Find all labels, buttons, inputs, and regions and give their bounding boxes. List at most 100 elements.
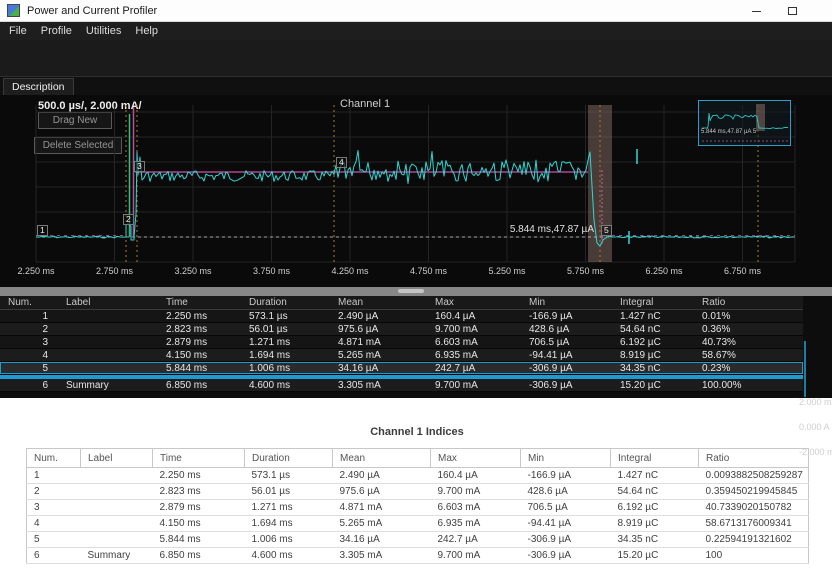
indices-cell-integral: 54.64 nC: [611, 484, 699, 500]
cell-integral: 6.192 µC: [612, 336, 694, 348]
cell-integral: 34.35 nC: [612, 362, 694, 374]
region-marker-4: 4: [336, 157, 347, 168]
maximize-button[interactable]: [774, 0, 810, 22]
indices-cell-max: 6.603 mA: [431, 500, 521, 516]
indices-cell-mean: 975.6 µA: [333, 484, 431, 500]
menu-item-help[interactable]: Help: [128, 22, 165, 40]
x-axis-tick: 3.250 ms: [174, 266, 211, 276]
cell-mean: 4.871 mA: [330, 336, 427, 348]
cell-label: [58, 349, 158, 361]
cell-integral: 8.919 µC: [612, 349, 694, 361]
indices-cell-max: 9.700 mA: [431, 484, 521, 500]
cell-min: -306.9 µA: [521, 379, 612, 391]
splitter-grip: [398, 289, 424, 293]
indices-cell-duration: 56.01 µs: [245, 484, 333, 500]
indices-cell-num: 3: [27, 500, 81, 516]
indices-cell-label: [81, 532, 153, 548]
region-boundary-dashed-lines: [126, 105, 758, 262]
x-axis-tick: 5.750 ms: [567, 266, 604, 276]
cell-integral: 15.20 µC: [612, 379, 694, 391]
indices-cell-duration: 1.694 ms: [245, 516, 333, 532]
titlebar: Power and Current Profiler: [0, 0, 832, 22]
table-row[interactable]: 6Summary6.850 ms4.600 ms3.305 mA9.700 mA…: [0, 379, 803, 392]
x-axis-tick: 4.250 ms: [331, 266, 368, 276]
cell-time: 2.823 ms: [158, 323, 241, 335]
indices-cell-mean: 5.265 mA: [333, 516, 431, 532]
indices-cell-ratio: 40.7339020150782: [699, 500, 809, 516]
indices-cell-min: -306.9 µA: [521, 532, 611, 548]
indices-cell-min: -94.41 µA: [521, 516, 611, 532]
indices-column-header-ratio: Ratio: [699, 449, 809, 468]
cell-mean: 2.490 µA: [330, 310, 427, 322]
cell-label: Summary: [58, 379, 158, 391]
indices-cell-duration: 1.271 ms: [245, 500, 333, 516]
indices-cell-time: 2.250 ms: [153, 468, 245, 484]
splitter[interactable]: [0, 287, 832, 296]
indices-row: 12.250 ms573.1 µs2.490 µA160.4 µA-166.9 …: [27, 468, 809, 484]
menubar: FileProfileUtilitiesHelp: [0, 22, 832, 40]
cell-label: [58, 336, 158, 348]
cell-max: 242.7 µA: [427, 362, 521, 374]
indices-cell-num: 5: [27, 532, 81, 548]
cell-ratio: 100.00%: [694, 379, 803, 391]
cell-mean: 34.16 µA: [330, 362, 427, 374]
indices-cell-num: 6: [27, 548, 81, 564]
indices-column-header-min: Min: [521, 449, 611, 468]
table-row[interactable]: 12.250 ms573.1 µs2.490 µA160.4 µA-166.9 …: [0, 310, 803, 323]
region-marker-2: 2: [123, 214, 134, 225]
cell-duration: 573.1 µs: [241, 310, 330, 322]
indices-cell-ratio: 100: [699, 548, 809, 564]
tabbar: Description: [0, 76, 832, 95]
table-row[interactable]: 44.150 ms1.694 ms5.265 mA6.935 mA-94.41 …: [0, 349, 803, 362]
cell-mean: 975.6 µA: [330, 323, 427, 335]
minimize-icon: [752, 11, 761, 12]
indices-title: Channel 1 Indices: [26, 426, 808, 438]
x-axis-tick: 2.250 ms: [17, 266, 54, 276]
h-gridlines: [36, 112, 795, 262]
menu-item-utilities[interactable]: Utilities: [79, 22, 128, 40]
indices-column-header-num: Num.: [27, 449, 81, 468]
chart-area[interactable]: 500.0 µs/, 2.000 mA/ Channel 1 Drag New …: [0, 95, 832, 287]
menu-item-profile[interactable]: Profile: [34, 22, 79, 40]
column-header-duration: Duration: [241, 296, 330, 309]
indices-cell-ratio: 0.0093882508259287: [699, 468, 809, 484]
tab-description[interactable]: Description: [3, 78, 74, 96]
indices-cell-time: 2.823 ms: [153, 484, 245, 500]
chart-overview-thumbnail[interactable]: 5.844 ms,47.87 µA 5: [698, 100, 791, 146]
cell-integral: 54.64 nC: [612, 323, 694, 335]
cell-duration: 4.600 ms: [241, 379, 330, 391]
cell-duration: 56.01 µs: [241, 323, 330, 335]
indices-cell-duration: 4.600 ms: [245, 548, 333, 564]
cell-ratio: 0.23%: [694, 362, 803, 374]
cursor-readout: 5.844 ms,47.87 µA: [510, 224, 597, 235]
indices-cell-min: -306.9 µA: [521, 548, 611, 564]
column-header-mean: Mean: [330, 296, 427, 309]
x-axis-tick: 2.750 ms: [96, 266, 133, 276]
table-row[interactable]: 22.823 ms56.01 µs975.6 µA9.700 mA428.6 µ…: [0, 323, 803, 336]
thumbnail-waveform: [702, 113, 788, 129]
menu-item-file[interactable]: File: [2, 22, 34, 40]
column-header-max: Max: [427, 296, 521, 309]
x-axis-tick: 6.250 ms: [645, 266, 682, 276]
indices-column-header-mean: Mean: [333, 449, 431, 468]
cell-max: 9.700 mA: [427, 323, 521, 335]
indices-cell-time: 2.879 ms: [153, 500, 245, 516]
cursor-ticks: [629, 149, 637, 244]
indices-header-row: Num.LabelTimeDurationMeanMaxMinIntegralR…: [27, 449, 809, 468]
cell-num: 1: [0, 310, 58, 322]
indices-cell-mean: 3.305 mA: [333, 548, 431, 564]
cell-label: [58, 310, 158, 322]
cell-max: 160.4 µA: [427, 310, 521, 322]
x-axis-tick: 3.750 ms: [253, 266, 290, 276]
indices-table: Num.LabelTimeDurationMeanMaxMinIntegralR…: [26, 448, 809, 564]
cell-ratio: 58.67%: [694, 349, 803, 361]
indices-cell-label: [81, 484, 153, 500]
table-row[interactable]: 55.844 ms1.006 ms34.16 µA242.7 µA-306.9 …: [0, 362, 803, 375]
region-marker-1: 1: [37, 225, 48, 236]
minimize-button[interactable]: [738, 0, 774, 22]
indices-cell-max: 160.4 µA: [431, 468, 521, 484]
table-scrollbar[interactable]: [804, 341, 806, 397]
column-header-label: Label: [58, 296, 158, 309]
region-marker-3: 3: [134, 161, 145, 172]
table-row[interactable]: 32.879 ms1.271 ms4.871 mA6.603 mA706.5 µ…: [0, 336, 803, 349]
